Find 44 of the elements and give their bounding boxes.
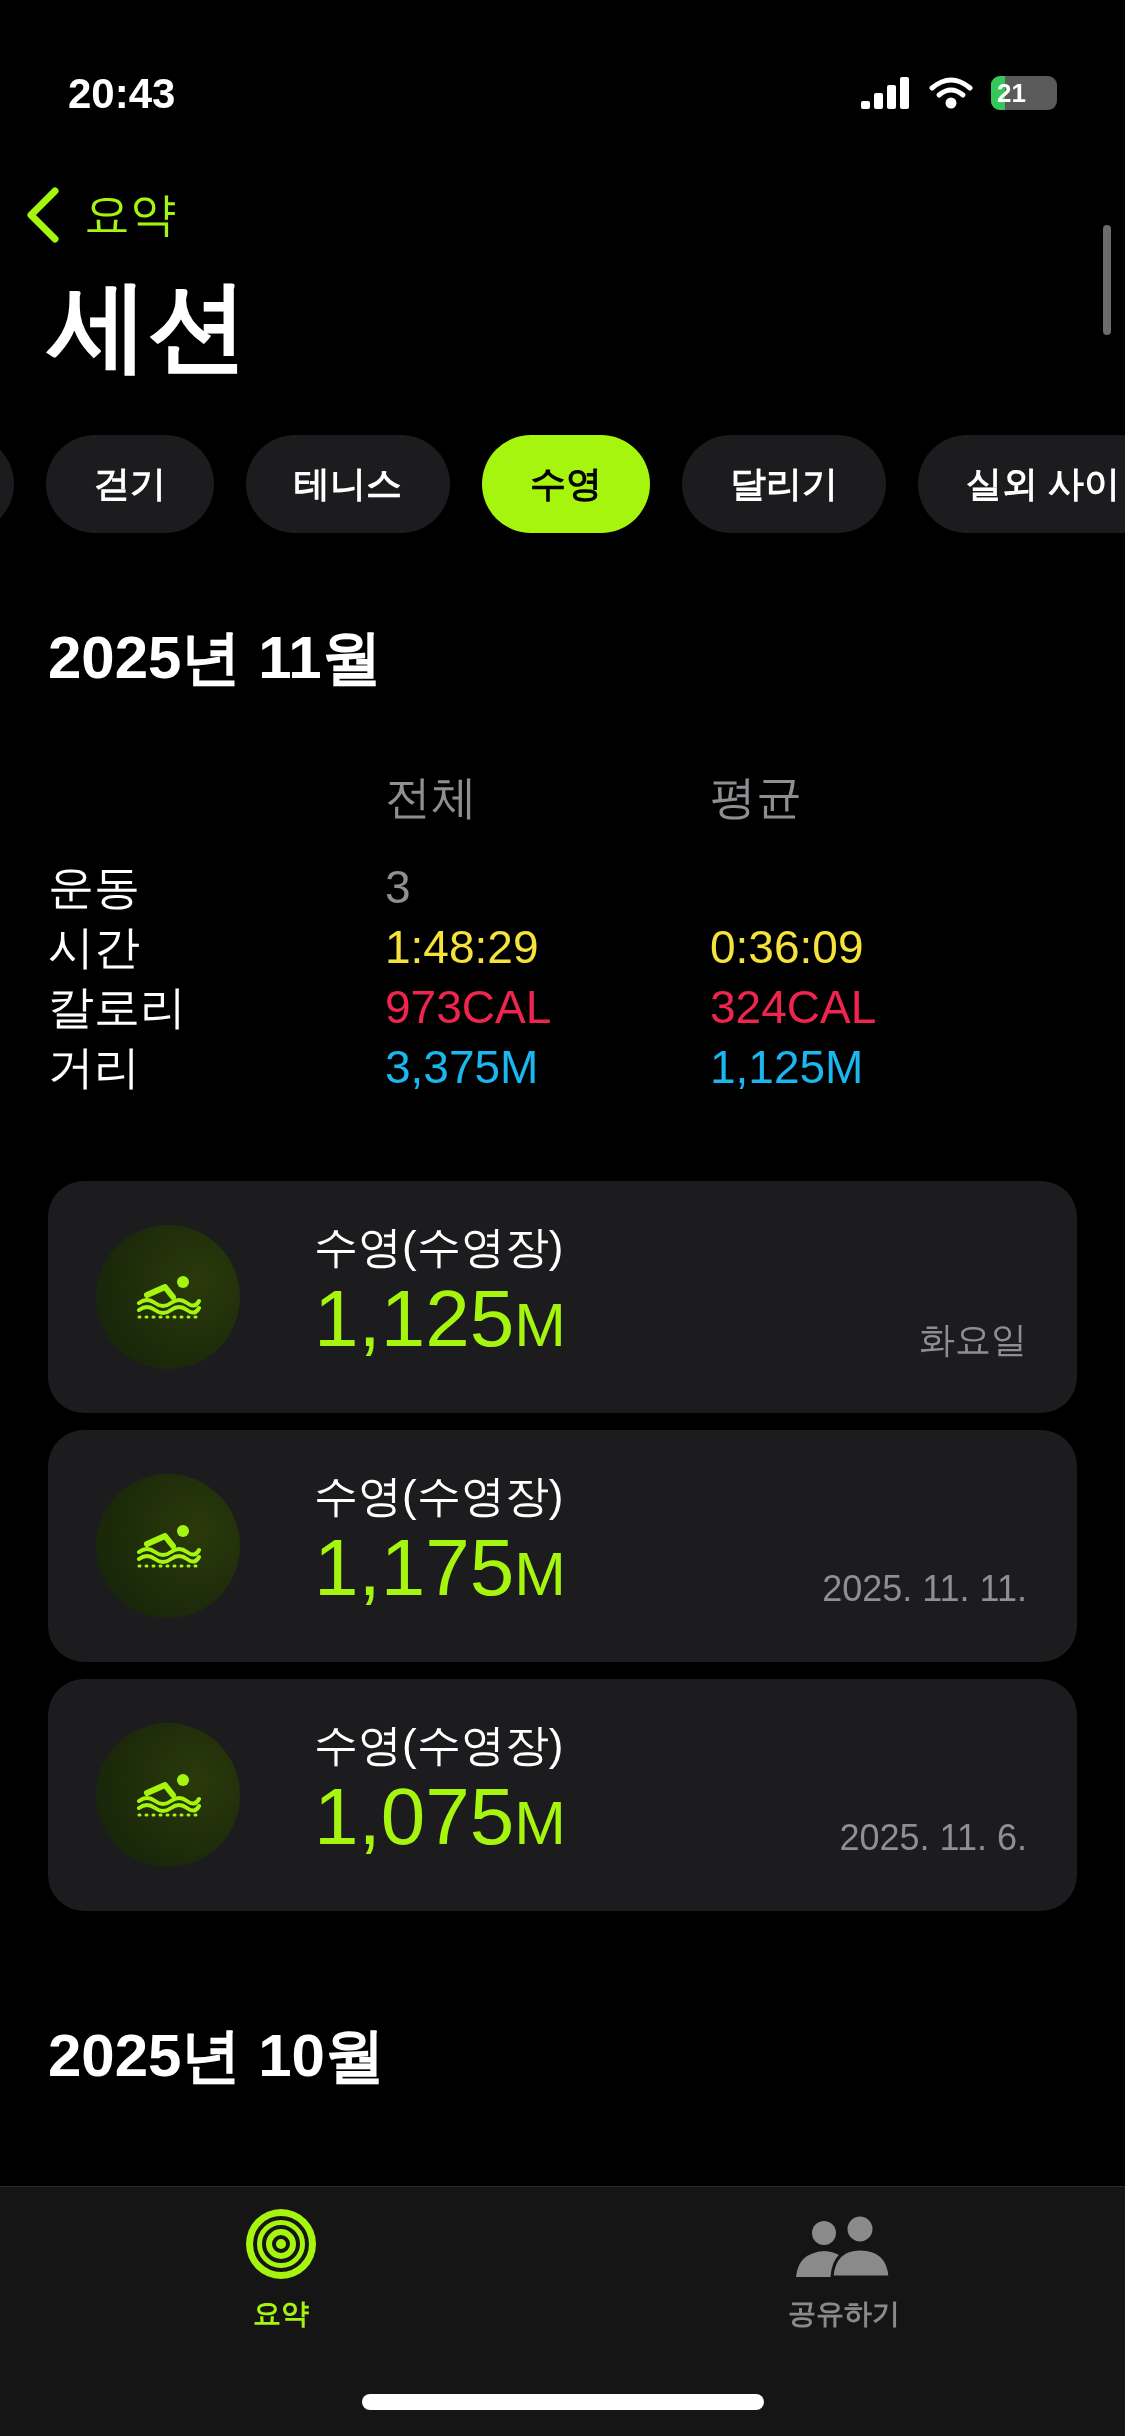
filter-chip[interactable]: 걷기 (46, 435, 214, 533)
stat-total: 3,375M (385, 1040, 540, 1095)
filter-chip[interactable]: 달리기 (682, 435, 886, 533)
workout-title: 수영(수영장) (314, 1221, 565, 1273)
filter-chip[interactable]: 수영 (482, 435, 650, 533)
workout-date: 2025. 11. 11. (822, 1567, 1027, 1611)
month-heading: 2025년 10월 (48, 2021, 386, 2091)
page-title: 세션 (45, 275, 248, 375)
stat-label: 시간 (48, 920, 141, 975)
workout-card[interactable]: 수영(수영장) 1,075M 2025. 11. 6. (48, 1679, 1077, 1911)
column-header: 전체 (385, 770, 478, 825)
wifi-icon (929, 77, 973, 109)
stat-average: 0:36:09 (710, 920, 865, 975)
swimmer-icon (135, 1275, 201, 1319)
workout-date: 2025. 11. 6. (839, 1816, 1027, 1860)
workout-distance: 1,125M (314, 1275, 566, 1365)
back-chevron-icon[interactable] (26, 186, 60, 243)
back-link[interactable]: 요약 (84, 180, 176, 249)
column-header: 평균 (710, 770, 803, 825)
swimmer-icon (135, 1773, 201, 1817)
signal-icon (861, 77, 911, 109)
people-icon (795, 2215, 892, 2279)
swimmer-icon (135, 1524, 201, 1568)
workout-title: 수영(수영장) (314, 1719, 565, 1771)
stat-label: 거리 (48, 1040, 141, 1095)
stat-label: 운동 (48, 860, 141, 915)
workout-title: 수영(수영장) (314, 1470, 565, 1522)
stat-total: 3 (385, 860, 412, 915)
stat-average: 324CAL (710, 980, 878, 1035)
stat-label: 칼로리 (48, 980, 187, 1035)
stat-total: 973CAL (385, 980, 553, 1035)
stat-average: 1,125M (710, 1040, 865, 1095)
workout-date: 화요일 (919, 1318, 1027, 1362)
month-heading: 2025년 11월 (48, 623, 383, 693)
filter-chip[interactable]: 테니스 (246, 435, 450, 533)
rings-icon (246, 2209, 317, 2279)
status-time: 20:43 (68, 68, 176, 119)
workout-distance: 1,075M (314, 1773, 566, 1863)
tab-bar-item[interactable]: 공유하기 (562, 2187, 1125, 2436)
workout-card[interactable]: 수영(수영장) 1,125M 화요일 (48, 1181, 1077, 1413)
filter-chip[interactable]: 실외 사이 (918, 435, 1125, 533)
workout-card[interactable]: 수영(수영장) 1,175M 2025. 11. 11. (48, 1430, 1077, 1662)
stat-total: 1:48:29 (385, 920, 540, 975)
workout-distance: 1,175M (314, 1524, 566, 1614)
